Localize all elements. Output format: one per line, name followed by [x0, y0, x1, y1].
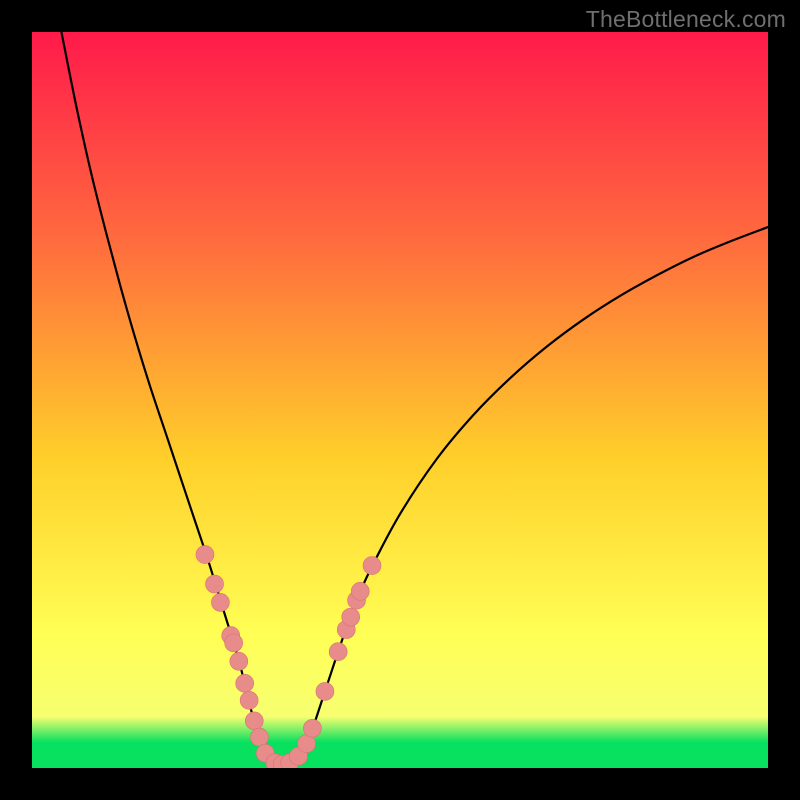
data-marker — [303, 719, 321, 737]
data-marker — [206, 575, 224, 593]
data-marker — [363, 557, 381, 575]
data-marker — [329, 643, 347, 661]
plot-area — [32, 32, 768, 768]
data-marker — [236, 674, 254, 692]
watermark-label: TheBottleneck.com — [586, 6, 786, 33]
chart-frame: TheBottleneck.com — [0, 0, 800, 800]
bottleneck-chart — [32, 32, 768, 768]
data-marker — [225, 634, 243, 652]
data-marker — [230, 652, 248, 670]
data-marker — [245, 712, 263, 730]
data-marker — [196, 546, 214, 564]
data-marker — [211, 593, 229, 611]
data-marker — [342, 608, 360, 626]
data-marker — [240, 691, 258, 709]
data-marker — [351, 582, 369, 600]
gradient-background — [32, 32, 768, 768]
data-marker — [250, 728, 268, 746]
data-marker — [316, 682, 334, 700]
